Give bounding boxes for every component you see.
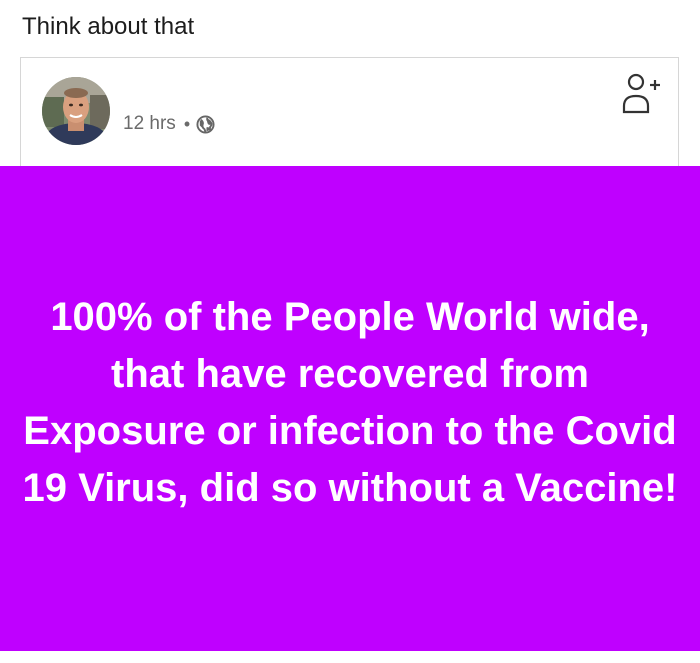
separator-dot: • [183, 113, 191, 134]
post-text: 100% of the People World wide, that have… [22, 295, 678, 510]
avatar[interactable] [42, 77, 110, 145]
globe-icon [196, 114, 215, 134]
screen: Think about that 12 hrs • 100% of the Pe… [0, 0, 700, 663]
post-header: 12 hrs • [20, 57, 679, 166]
bottom-strip [0, 651, 700, 663]
post-meta: 12 hrs • [123, 113, 215, 135]
post-content-background: 100% of the People World wide, that have… [0, 166, 700, 651]
timestamp[interactable]: 12 hrs [123, 113, 176, 135]
add-person-icon[interactable] [622, 72, 662, 116]
caption-text: Think about that [22, 13, 195, 40]
avatar-photo [42, 77, 110, 145]
